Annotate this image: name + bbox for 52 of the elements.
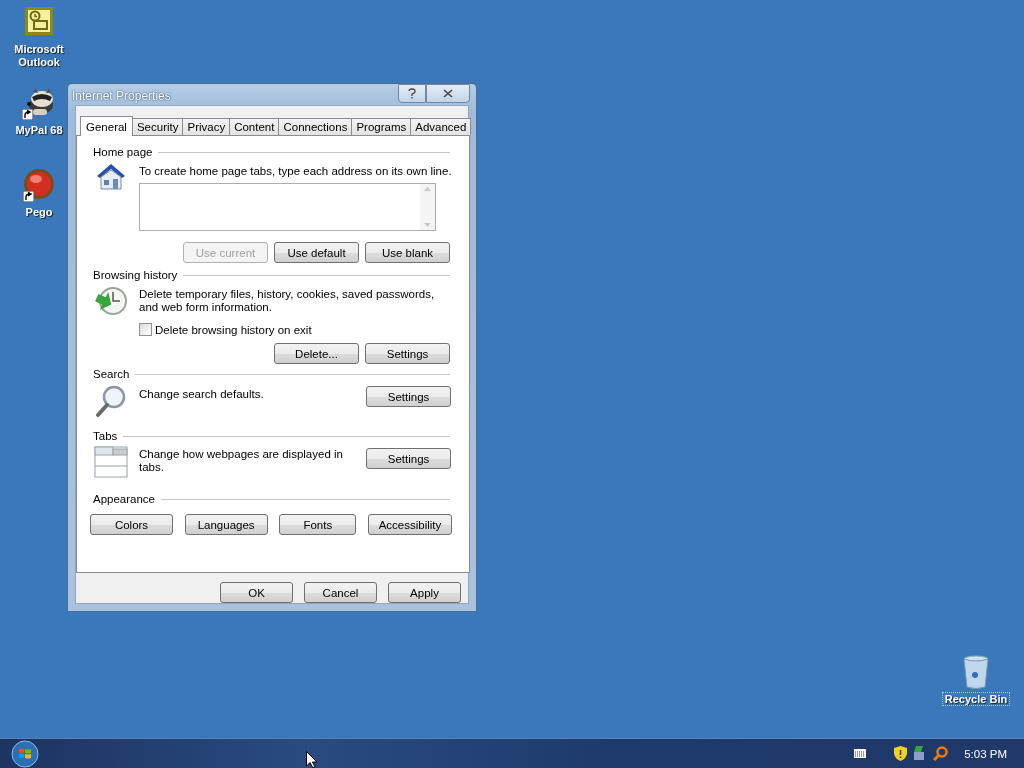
icon-label[interactable]: Microsoft Outlook xyxy=(1,43,77,69)
clock[interactable]: 5:03 PM xyxy=(964,747,1007,760)
button[interactable]: Use default xyxy=(274,242,359,263)
icon-label[interactable]: MyPal 68 xyxy=(13,124,65,137)
button[interactable]: Delete... xyxy=(274,343,359,364)
icon-label[interactable]: Pego xyxy=(23,206,55,219)
tab[interactable]: Connections xyxy=(278,118,353,135)
checkbox-label[interactable]: Delete browsing history on exit xyxy=(155,323,312,336)
tab[interactable]: General xyxy=(80,116,133,136)
button[interactable]: Settings xyxy=(365,343,450,364)
start-button[interactable] xyxy=(11,739,39,768)
magnifier-icon xyxy=(95,384,127,418)
button[interactable]: Cancel xyxy=(304,582,377,603)
tab[interactable]: Privacy xyxy=(182,118,231,135)
button[interactable]: Languages xyxy=(184,514,268,535)
description-text: Change search defaults. xyxy=(139,387,265,401)
button[interactable]: OK xyxy=(220,582,293,603)
keyboard-icon[interactable] xyxy=(854,749,867,758)
description-text: Change how webpages are displayed in tabs. xyxy=(139,447,344,474)
tab[interactable]: Advanced xyxy=(410,118,472,135)
help-button[interactable] xyxy=(398,84,426,103)
window-title: Internet Properties xyxy=(72,88,171,103)
checkbox[interactable] xyxy=(139,323,152,336)
group-heading: Home page xyxy=(93,146,153,158)
shield-icon[interactable] xyxy=(894,746,908,761)
recycle-bin-icon xyxy=(963,655,989,689)
cursor-icon xyxy=(306,751,318,768)
clock-icon xyxy=(94,285,128,317)
group-heading: Search xyxy=(93,368,130,380)
button[interactable]: Fonts xyxy=(279,514,357,535)
group-heading: Tabs xyxy=(93,430,118,442)
description-text: To create home page tabs, type each address on its own line. xyxy=(139,164,453,178)
question-mark-icon xyxy=(408,88,416,99)
close-button[interactable] xyxy=(426,84,470,103)
button[interactable]: Accessibility xyxy=(367,514,452,535)
button[interactable]: Apply xyxy=(388,582,461,603)
button[interactable]: Settings xyxy=(366,386,451,407)
calendar-icon xyxy=(24,6,54,36)
button[interactable]: Colors xyxy=(90,514,173,535)
button[interactable]: Use blank xyxy=(365,242,450,263)
tab[interactable]: Programs xyxy=(351,118,412,135)
description-text: Delete temporary files, history, cookies, saved passwords, and web form information. xyxy=(139,287,436,314)
button[interactable]: Settings xyxy=(366,448,451,469)
icon-label[interactable]: Recycle Bin xyxy=(942,693,1010,705)
group-heading: Browsing history xyxy=(93,269,178,281)
tab[interactable]: Security xyxy=(131,118,184,135)
group-heading: Appearance xyxy=(93,493,156,505)
close-icon xyxy=(443,89,453,98)
magnifier-icon[interactable] xyxy=(933,746,949,761)
tabbed-window-icon xyxy=(94,446,128,478)
orb-icon xyxy=(23,168,55,200)
tab[interactable]: Content xyxy=(229,118,280,135)
